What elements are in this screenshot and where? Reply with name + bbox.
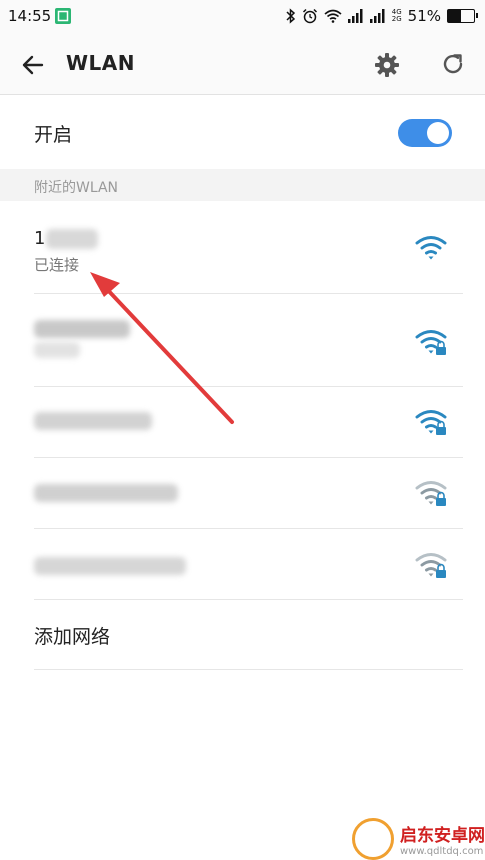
- watermark-title: 启东安卓网: [400, 826, 485, 846]
- page-title: WLAN: [66, 51, 136, 75]
- screenshot-icon: [55, 8, 71, 24]
- wifi-locked-icon: [415, 330, 447, 355]
- gear-icon[interactable]: [374, 52, 400, 78]
- network-status: 已连接: [34, 256, 80, 274]
- add-network-label: 添加网络: [34, 626, 111, 648]
- wifi-status-icon: [324, 9, 342, 23]
- divider: [34, 669, 463, 670]
- network-item-connected[interactable]: 1 已连接: [0, 201, 485, 294]
- battery-icon: [447, 9, 478, 23]
- battery-fill: [448, 10, 462, 22]
- network-item[interactable]: [0, 294, 485, 387]
- network-type: 4G 2G: [391, 8, 402, 23]
- wifi-locked-icon: [415, 553, 447, 578]
- app-bar: WLAN: [0, 34, 485, 95]
- switch-knob: [427, 122, 449, 144]
- ssid-redaction: [46, 229, 98, 249]
- add-network-item[interactable]: 添加网络: [0, 600, 485, 670]
- network-item[interactable]: [0, 458, 485, 529]
- signal-icon: [347, 9, 363, 23]
- ssid-redaction: [34, 412, 152, 430]
- ssid-redaction: [34, 557, 186, 575]
- back-arrow-icon[interactable]: [20, 52, 46, 78]
- bluetooth-icon: [286, 8, 295, 24]
- ssid-redaction: [34, 342, 80, 358]
- wlan-toggle-label: 开启: [34, 124, 73, 146]
- wlan-toggle-row[interactable]: 开启: [0, 95, 485, 169]
- status-bar: 14:55 4G 2G 51%: [0, 0, 485, 34]
- alarm-icon: [302, 8, 317, 24]
- status-time: 14:55: [8, 7, 52, 25]
- ssid-redaction: [34, 320, 130, 338]
- network-item[interactable]: [0, 529, 485, 600]
- battery-percent: 51%: [407, 7, 441, 25]
- ssid-redaction: [34, 484, 178, 502]
- watermark: 启东安卓网 www.qdltdq.com: [352, 818, 485, 860]
- section-header-nearby: 附近的WLAN: [0, 169, 485, 201]
- wifi-signal-icon: [415, 236, 447, 260]
- wlan-switch[interactable]: [398, 119, 452, 147]
- signal-icon-secondary: [369, 9, 385, 23]
- watermark-url: www.qdltdq.com: [400, 846, 484, 857]
- section-title: 附近的WLAN: [34, 180, 119, 196]
- network-ssid: 1: [34, 228, 46, 249]
- wifi-locked-icon: [415, 481, 447, 506]
- watermark-logo-icon: [352, 818, 394, 860]
- network-item[interactable]: [0, 387, 485, 458]
- refresh-icon[interactable]: [440, 51, 466, 77]
- wifi-locked-icon: [415, 410, 447, 435]
